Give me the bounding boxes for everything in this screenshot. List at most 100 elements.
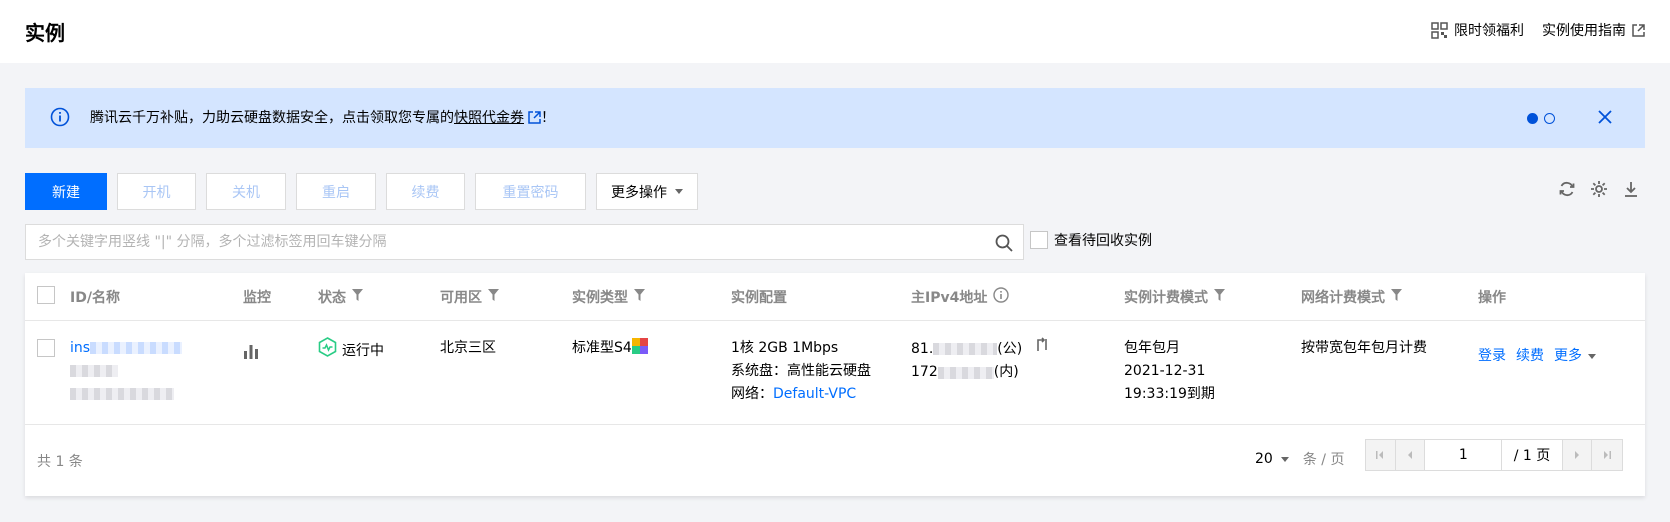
page-number-input[interactable] (1425, 440, 1503, 470)
col-actions: 操作 (1478, 290, 1506, 306)
banner-text-before: 腾讯云千万补贴，力助云硬盘数据安全，点击领取您专属的 (90, 110, 454, 126)
type-cell: 标准型S4 (572, 337, 648, 362)
redacted-public-ip (933, 343, 998, 355)
download-icon[interactable] (1622, 180, 1640, 198)
row-more-label: 更多 (1554, 348, 1582, 364)
refresh-icon[interactable] (1558, 180, 1576, 198)
page-size-selector[interactable]: 20 条 / 页 (1255, 449, 1344, 469)
row-more-dropdown[interactable]: 更多 (1554, 345, 1596, 368)
info-icon[interactable] (993, 287, 1010, 307)
redacted-id (90, 342, 183, 354)
select-all-checkbox[interactable] (37, 286, 55, 304)
expire-date: 2021-12-31 (1124, 363, 1206, 379)
col-config: 实例配置 (731, 290, 787, 306)
page-size-value: 20 (1255, 451, 1273, 467)
recycle-filter[interactable]: 查看待回收实例 (1030, 230, 1152, 250)
public-ip-suffix: (公) (997, 340, 1023, 357)
colorful-badge-icon (631, 338, 648, 362)
bar-chart-icon[interactable] (243, 345, 259, 363)
col-zone-label: 可用区 (440, 290, 482, 306)
carousel-dot-2[interactable] (1544, 113, 1555, 124)
table-footer: 共 1 条 20 条 / 页 / 1 页 (25, 425, 1645, 496)
row-checkbox[interactable] (37, 339, 55, 357)
col-type-label: 实例类型 (572, 290, 628, 306)
gear-icon[interactable] (1590, 180, 1608, 198)
row-actions: 登录 续费 更多 (1478, 345, 1596, 368)
zone-cell: 北京三区 (440, 340, 496, 356)
col-monitor: 监控 (243, 290, 271, 306)
vpc-link[interactable]: Default-VPC (773, 386, 856, 402)
prev-page-button[interactable] (1395, 440, 1426, 470)
info-icon (50, 107, 70, 131)
chevron-down-icon (675, 189, 683, 194)
private-ip-prefix: 172 (911, 364, 938, 380)
search-icon[interactable] (995, 234, 1013, 256)
banner-carousel-dots (1527, 113, 1555, 124)
col-net-billing[interactable]: 网络计费模式 (1301, 287, 1402, 307)
status-cell: 运行中 (318, 337, 384, 365)
notice-banner: 腾讯云千万补贴，力助云硬盘数据安全，点击领取您专属的快照代金券 ！ (25, 88, 1645, 148)
col-billing-label: 实例计费模式 (1124, 290, 1208, 306)
guide-link[interactable]: 实例使用指南 (1542, 20, 1645, 40)
more-actions-dropdown[interactable]: 更多操作 (596, 173, 698, 210)
config-disk: 系统盘：高性能云硬盘 (731, 363, 871, 379)
external-link-icon[interactable] (528, 111, 541, 128)
filter-icon[interactable] (1214, 289, 1225, 305)
carousel-dot-1[interactable] (1527, 113, 1538, 124)
running-status-icon (318, 337, 337, 365)
config-cell: 1核 2GB 1Mbps 系统盘：高性能云硬盘 网络：Default-VPC (731, 337, 871, 406)
page-size-unit: 条 / 页 (1302, 452, 1345, 468)
chevron-down-icon (1280, 456, 1289, 462)
total-pages: / 1 页 (1502, 440, 1563, 470)
stop-button[interactable]: 关机 (206, 173, 286, 210)
table-tools (1558, 180, 1640, 198)
next-page-button[interactable] (1562, 440, 1593, 470)
redacted-tag (70, 388, 174, 400)
filter-icon[interactable] (488, 289, 499, 305)
qrcode-icon (1431, 21, 1448, 39)
status-text: 运行中 (342, 342, 384, 359)
table-row: ins 运行中 北京三区 标准型S4 1核 2GB 1Mbps 系统盘：高性能云… (25, 321, 1645, 425)
voucher-link[interactable]: 快照代金券 (454, 110, 524, 126)
page-title: 实例 (25, 21, 65, 45)
banner-text-after: ！ (541, 110, 555, 126)
guide-link-label: 实例使用指南 (1542, 23, 1626, 39)
recycle-checkbox[interactable] (1030, 231, 1048, 249)
col-id-name: ID/名称 (70, 290, 120, 306)
config-spec: 1核 2GB 1Mbps (731, 340, 839, 356)
reset-password-button[interactable]: 重置密码 (475, 173, 586, 210)
new-instance-button[interactable]: 新建 (25, 173, 107, 210)
top-bar: 实例 限时领福利 实例使用指南 (0, 0, 1670, 63)
config-network-label: 网络： (731, 386, 773, 402)
col-net-billing-label: 网络计费模式 (1301, 290, 1385, 306)
instance-id-link[interactable]: ins (70, 340, 90, 356)
close-icon[interactable] (1597, 109, 1613, 129)
public-ip-prefix: 81. (911, 340, 934, 357)
first-page-button[interactable] (1366, 440, 1396, 470)
col-zone[interactable]: 可用区 (440, 287, 499, 307)
row-select-cell (37, 339, 55, 365)
billing-cell: 包年包月 2021-12-31 19:33:19到期 (1124, 337, 1215, 406)
filter-icon[interactable] (352, 289, 363, 305)
renew-button[interactable]: 续费 (386, 173, 465, 210)
total-count: 共 1 条 (37, 454, 83, 470)
col-type[interactable]: 实例类型 (572, 287, 645, 307)
filter-icon[interactable] (634, 289, 645, 305)
more-actions-label: 更多操作 (611, 184, 667, 201)
last-page-button[interactable] (1592, 440, 1622, 470)
col-status[interactable]: 状态 (318, 287, 363, 307)
search-input[interactable] (26, 225, 966, 259)
promo-link[interactable]: 限时领福利 (1431, 20, 1524, 40)
swap-ip-icon[interactable] (1034, 337, 1050, 361)
col-ipv4: 主IPv4地址 (911, 287, 1010, 307)
start-button[interactable]: 开机 (117, 173, 196, 210)
redacted-name (70, 365, 118, 377)
promo-link-label: 限时领福利 (1454, 23, 1524, 39)
col-billing[interactable]: 实例计费模式 (1124, 287, 1225, 307)
login-button[interactable]: 登录 (1478, 345, 1506, 368)
filter-icon[interactable] (1391, 289, 1402, 305)
billing-mode: 包年包月 (1124, 340, 1180, 356)
restart-button[interactable]: 重启 (296, 173, 376, 210)
renew-link[interactable]: 续费 (1516, 345, 1544, 368)
pagination: / 1 页 (1365, 439, 1623, 471)
